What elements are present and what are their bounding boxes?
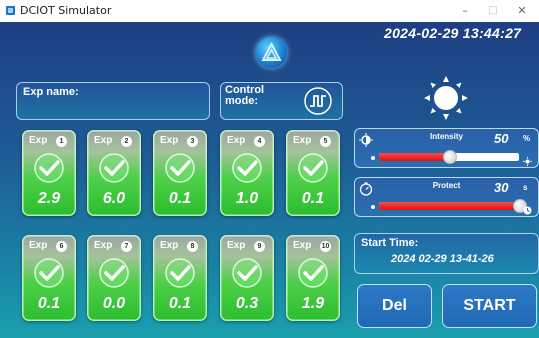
checkmark-icon	[33, 152, 65, 184]
intensity-min-dot	[371, 156, 375, 160]
exp-card-number: 2	[121, 136, 132, 147]
start-button[interactable]: START	[442, 284, 537, 328]
current-datetime: 2024-02-29 13:44:27	[384, 25, 522, 41]
exp-card-number: 6	[56, 241, 67, 252]
exp-card-label: Exp	[29, 135, 48, 146]
exp-card-label: Exp	[293, 135, 312, 146]
checkmark-icon	[164, 257, 196, 289]
exp-card-label: Exp	[160, 240, 179, 251]
exp-card-label: Exp	[94, 240, 113, 251]
checkmark-icon	[297, 152, 329, 184]
intensity-slider-knob[interactable]	[443, 150, 457, 164]
app-icon	[6, 6, 15, 15]
protect-unit: s	[523, 183, 528, 192]
exp-card-value: 1.0	[235, 190, 259, 207]
checkmark-icon	[231, 152, 263, 184]
start-time-value: 2024 02-29 13-41-26	[391, 253, 494, 265]
exp-card-value: 0.1	[301, 190, 325, 207]
intensity-label: Intensity	[430, 132, 463, 141]
exp-card[interactable]: Exp 9 0.3	[220, 235, 274, 321]
protect-slider-fill	[379, 202, 519, 210]
exp-card-label: Exp	[160, 135, 179, 146]
exp-card-label: Exp	[29, 240, 48, 251]
exp-card[interactable]: Exp 5 0.1	[286, 130, 340, 216]
square-wave-icon[interactable]	[303, 86, 333, 116]
checkmark-icon	[164, 152, 196, 184]
exp-card[interactable]: Exp 4 1.0	[220, 130, 274, 216]
exp-card-number: 9	[254, 241, 265, 252]
exp-card[interactable]: Exp 10 1.9	[286, 235, 340, 321]
intensity-slider-fill	[379, 153, 449, 161]
maximize-button[interactable]: □	[484, 3, 502, 18]
app-window: DCIOT Simulator – □ ✕ 2024-02-29 13:44:2…	[0, 0, 539, 338]
minimize-button[interactable]: –	[456, 3, 474, 18]
exp-card-value: 0.1	[168, 295, 192, 312]
exp-card-number: 10	[320, 241, 331, 252]
checkmark-icon	[33, 257, 65, 289]
exp-card[interactable]: Exp 3 0.1	[153, 130, 207, 216]
intensity-value: 50	[494, 131, 509, 146]
start-time-label: Start Time:	[361, 237, 419, 249]
exp-card-label: Exp	[293, 240, 312, 251]
close-button[interactable]: ✕	[513, 3, 531, 18]
exp-card-value: 0.1	[168, 190, 192, 207]
exp-card-number: 8	[187, 241, 198, 252]
intensity-panel: Intensity 50 %	[354, 128, 539, 168]
exp-card-number: 7	[121, 241, 132, 252]
main-area: 2024-02-29 13:44:27 Exp name: Control mo…	[0, 22, 539, 338]
exp-card-number: 4	[254, 136, 265, 147]
exp-card-value: 2.9	[37, 190, 61, 207]
exp-card-value: 0.1	[37, 295, 61, 312]
exp-card[interactable]: Exp 2 6.0	[87, 130, 141, 216]
exp-card-number: 5	[320, 136, 331, 147]
exp-card-value: 0.0	[102, 295, 126, 312]
exp-card-value: 1.9	[301, 295, 325, 312]
protect-panel: Protect 30 s	[354, 177, 539, 217]
exp-name-field[interactable]: Exp name:	[16, 82, 210, 120]
start-time-panel: Start Time: 2024 02-29 13-41-26	[354, 233, 539, 274]
exp-card[interactable]: Exp 1 2.9	[22, 130, 76, 216]
checkmark-icon	[98, 152, 130, 184]
exp-card-value: 6.0	[102, 190, 126, 207]
control-mode-label: Control mode:	[225, 85, 264, 107]
exp-card[interactable]: Exp 8 0.1	[153, 235, 207, 321]
checkmark-icon	[98, 257, 130, 289]
exp-name-label: Exp name:	[23, 86, 79, 98]
protect-min-dot	[371, 205, 375, 209]
control-mode-panel[interactable]: Control mode:	[220, 82, 343, 120]
exp-card-label: Exp	[227, 240, 246, 251]
intensity-unit: %	[523, 134, 531, 143]
exp-card[interactable]: Exp 6 0.1	[22, 235, 76, 321]
exp-card-number: 1	[56, 136, 67, 147]
exp-card-number: 3	[187, 136, 198, 147]
exp-card[interactable]: Exp 7 0.0	[87, 235, 141, 321]
sun-icon	[423, 75, 469, 121]
protect-slider-track[interactable]	[379, 202, 519, 210]
title-bar: DCIOT Simulator – □ ✕	[0, 0, 539, 23]
protect-value: 30	[494, 180, 509, 195]
delete-button[interactable]: Del	[357, 284, 432, 328]
exp-card-label: Exp	[94, 135, 113, 146]
exp-card-label: Exp	[227, 135, 246, 146]
clock-small-icon	[523, 202, 532, 215]
control-mode-label-line2: mode:	[225, 95, 258, 107]
window-title: DCIOT Simulator	[20, 4, 112, 17]
logo-icon	[256, 37, 287, 68]
checkmark-icon	[231, 257, 263, 289]
checkmark-icon	[297, 257, 329, 289]
protect-label: Protect	[432, 181, 461, 190]
sun-small-icon	[523, 153, 532, 166]
exp-card-value: 0.3	[235, 295, 259, 312]
